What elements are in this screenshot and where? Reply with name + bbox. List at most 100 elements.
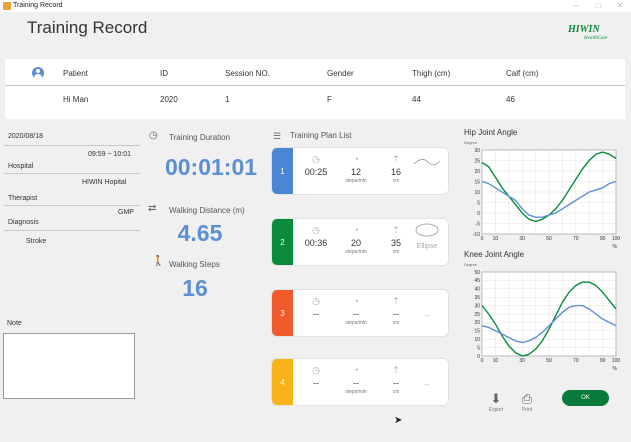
x-tick-label: 10: [493, 358, 499, 364]
hip-chart-ylabel: Degree: [464, 140, 478, 145]
gender-header: Gender: [327, 69, 354, 78]
x-tick-label: 70: [573, 358, 579, 364]
print-button[interactable]: ⎙ Print: [515, 391, 539, 413]
clock-icon: ◷: [312, 365, 320, 375]
trajectory-label: --: [424, 382, 430, 389]
plan-card[interactable]: 2 ◷ 00:36 ◔ 20 steps/min ⇡ 35 cm Ellipse: [271, 218, 449, 266]
distance-label: Walking Distance (m): [169, 206, 245, 215]
trajectory-label: --: [424, 313, 430, 320]
y-tick-label: 30: [474, 303, 480, 309]
session-header: Session NO.: [225, 69, 270, 78]
plan-number: 2: [272, 219, 293, 265]
y-tick-label: 45: [474, 278, 480, 284]
plan-card[interactable]: 3 ◷ -- ◔ -- steps/min ⇡ -- cm --: [271, 289, 449, 337]
x-tick-label: 70: [573, 236, 579, 242]
diagnosis-label: Diagnosis: [8, 219, 39, 226]
close-button[interactable]: ✕: [612, 0, 628, 12]
session-number: 1: [225, 95, 230, 104]
hiwin-logo: HIWIN: [568, 24, 600, 35]
calf-value: 46: [506, 95, 515, 104]
y-tick-label: 0: [477, 354, 480, 360]
plan-time: 00:36: [304, 238, 328, 248]
x-tick-label: 100: [612, 358, 621, 364]
y-tick-label: 40: [474, 287, 480, 293]
plan-card[interactable]: 1 ◷ 00:25 ◔ 12 steps/min ⇡ 16 cm: [271, 147, 449, 195]
patient-panel: Patient ID Session NO. Gender Thigh (cm)…: [5, 59, 625, 119]
ok-button[interactable]: OK: [562, 390, 609, 406]
divider: [4, 205, 140, 206]
therapist-value: GMP: [118, 209, 134, 216]
clock-icon: ◷: [149, 130, 158, 141]
diagnosis-value: Stroke: [26, 238, 47, 245]
printer-icon: ⎙: [521, 391, 533, 406]
y-tick-label: 5: [477, 200, 480, 206]
calf-header: Calf (cm): [506, 69, 539, 78]
ellipse-icon: [415, 223, 439, 237]
x-tick-label: 50: [546, 358, 552, 364]
y-tick-label: 15: [474, 179, 480, 185]
distance-unit: cm: [392, 320, 400, 326]
export-icon: ⬇: [490, 391, 502, 406]
note-label: Note: [7, 320, 22, 327]
y-tick-label: 20: [474, 169, 480, 175]
plan-time: --: [313, 378, 319, 388]
distance-icon: ⇄: [148, 203, 157, 214]
y-tick-label: 5: [477, 345, 480, 351]
trajectory-shape: --: [412, 313, 442, 320]
plan-distance: 35: [390, 238, 401, 248]
window-titlebar: Training Record – □ ✕: [0, 0, 631, 12]
x-axis-label: %: [613, 366, 618, 372]
plan-number: 1: [272, 148, 293, 194]
trajectory-shape: Ellipse: [412, 222, 442, 250]
y-tick-label: -5: [476, 221, 481, 227]
hip-chart-title: Hip Joint Angle: [464, 128, 518, 137]
x-tick-label: 0: [481, 236, 484, 242]
mouse-cursor-icon: ➤: [394, 415, 403, 426]
duration-value: 00:01:01: [164, 154, 258, 180]
window-title: Training Record: [13, 2, 63, 9]
speed-icon: ◔: [353, 296, 359, 306]
steps-unit: steps/min: [345, 249, 367, 255]
plan-card[interactable]: 4 ◷ -- ◔ -- steps/min ⇡ -- cm --: [271, 358, 449, 406]
plan-distance: --: [393, 309, 399, 319]
app-icon: [3, 2, 11, 10]
plan-time: --: [313, 309, 319, 319]
x-tick-label: 50: [546, 236, 552, 242]
steps-label: Walking Steps: [169, 260, 220, 269]
plan-speed: 20: [350, 238, 361, 248]
export-button[interactable]: ⬇ Export: [484, 391, 508, 413]
divider: [4, 173, 140, 174]
note-textarea[interactable]: [3, 333, 135, 399]
x-tick-label: 0: [481, 358, 484, 364]
trajectory-shape: [412, 154, 442, 173]
x-tick-label: 90: [600, 358, 606, 364]
plan-distance: --: [393, 378, 399, 388]
distance-unit: cm: [392, 389, 400, 395]
session-date: 2020/08/18: [8, 133, 44, 140]
speed-icon: ◔: [353, 365, 359, 375]
hospital-label: Hospital: [8, 163, 34, 170]
knee-chart-title: Knee Joint Angle: [464, 250, 525, 259]
thigh-header: Thigh (cm): [412, 69, 451, 78]
knee-chart-ylabel: Degree: [464, 262, 478, 267]
hip-joint-chart: 0 10 30 50 70 90 100 -10 -5 0 5 10 15 20 25 30%: [473, 148, 621, 250]
plan-speed: --: [353, 309, 359, 319]
patient-header: Patient: [63, 69, 88, 78]
plan-time: 00:25: [304, 167, 328, 177]
distance-unit: cm: [392, 178, 400, 184]
steps-unit: steps/min: [345, 320, 367, 326]
duration-label: Training Duration: [169, 133, 231, 142]
id-header: ID: [160, 69, 168, 78]
y-tick-label: 10: [474, 337, 480, 343]
session-time: 09:59 ~ 10:01: [88, 151, 132, 158]
divider: [4, 145, 140, 146]
step-length-icon: ⇡: [392, 296, 400, 306]
x-tick-label: 30: [519, 236, 525, 242]
divider: [4, 230, 140, 231]
minimize-button[interactable]: –: [568, 0, 584, 12]
y-tick-label: 20: [474, 320, 480, 326]
maximize-button[interactable]: □: [590, 0, 606, 12]
clock-icon: ◷: [312, 296, 320, 306]
patient-name: Hi Man: [63, 95, 89, 104]
step-length-icon: ⇡: [392, 154, 400, 164]
